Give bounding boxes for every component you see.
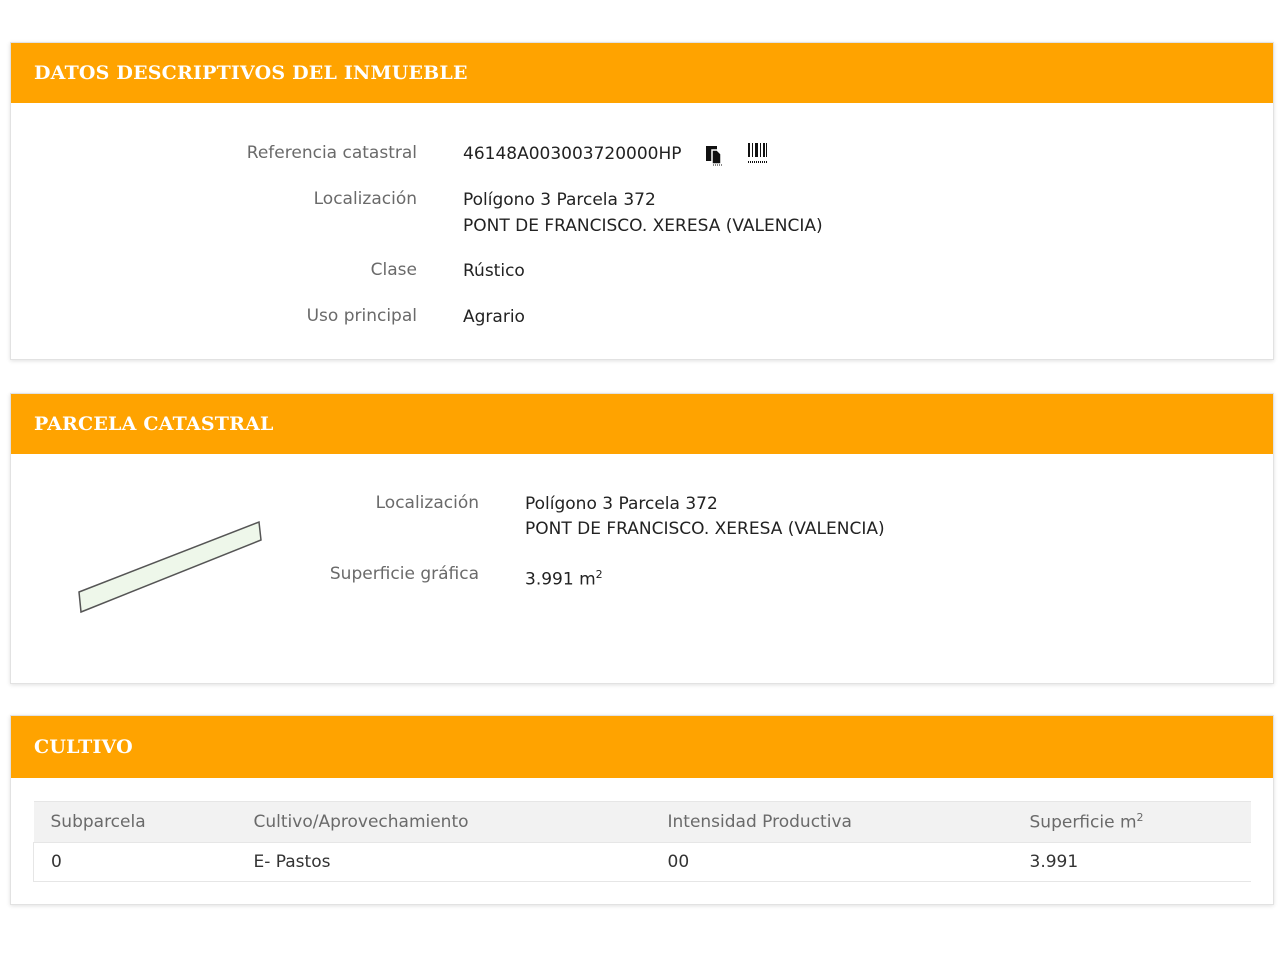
cell-superficie: 3.991: [1012, 842, 1251, 882]
col-cultivo: Cultivo/Aprovechamiento: [236, 801, 651, 843]
copy-icon[interactable]: [705, 144, 725, 170]
clase-value: Rústico: [463, 261, 525, 281]
superficie-grafica-label: Superficie gráfica: [329, 564, 479, 584]
parcela-localizacion-label: Localización: [375, 493, 479, 513]
parcel-polygon[interactable]: [78, 520, 262, 614]
col-superficie-exponent: 2: [1136, 811, 1144, 825]
barcode-icon[interactable]: [747, 142, 769, 170]
superficie-grafica-value: 3.991 m2: [525, 562, 603, 593]
table-row: 0 E- Pastos 00 3.991: [33, 842, 1251, 882]
cell-subparcela: 0: [33, 842, 237, 882]
col-superficie: Superficie m2: [1012, 801, 1251, 843]
superficie-exponent: 2: [595, 568, 603, 581]
parcela-localizacion-line1: Polígono 3 Parcela 372: [525, 494, 718, 514]
localizacion-line1: Polígono 3 Parcela 372: [463, 190, 656, 210]
table-header-row: Subparcela Cultivo/Aprovechamiento Inten…: [33, 801, 1251, 843]
cell-cultivo: E- Pastos: [236, 842, 651, 882]
localizacion-label: Localización: [313, 189, 417, 209]
cell-intensidad: 00: [650, 842, 1013, 882]
panel-cultivo: CULTIVO Subparcela Cultivo/Aprovechamien…: [10, 715, 1274, 905]
panel-title: DATOS DESCRIPTIVOS DEL INMUEBLE: [11, 43, 1273, 103]
ref-catastral-value: 46148A003003720000HP: [463, 144, 682, 164]
col-superficie-text: Superficie m: [1029, 812, 1137, 833]
localizacion-line2: PONT DE FRANCISCO. XERESA (VALENCIA): [463, 216, 823, 236]
clase-label: Clase: [370, 260, 417, 280]
cultivo-table: Subparcela Cultivo/Aprovechamiento Inten…: [33, 801, 1251, 882]
superficie-value-text: 3.991 m: [525, 569, 596, 590]
panel-datos-descriptivos: DATOS DESCRIPTIVOS DEL INMUEBLE Referenc…: [10, 42, 1274, 360]
col-subparcela: Subparcela: [33, 801, 237, 843]
panel-title: CULTIVO: [11, 716, 1273, 778]
uso-principal-value: Agrario: [463, 307, 525, 327]
panel-title: PARCELA CATASTRAL: [11, 394, 1273, 454]
panel-parcela-catastral: PARCELA CATASTRAL Localización Polígono …: [10, 393, 1274, 684]
ref-catastral-label: Referencia catastral: [246, 143, 417, 163]
col-intensidad: Intensidad Productiva: [650, 801, 1013, 843]
parcela-localizacion-line2: PONT DE FRANCISCO. XERESA (VALENCIA): [525, 519, 885, 539]
uso-principal-label: Uso principal: [306, 306, 417, 326]
parcel-shape[interactable]: [69, 512, 289, 632]
